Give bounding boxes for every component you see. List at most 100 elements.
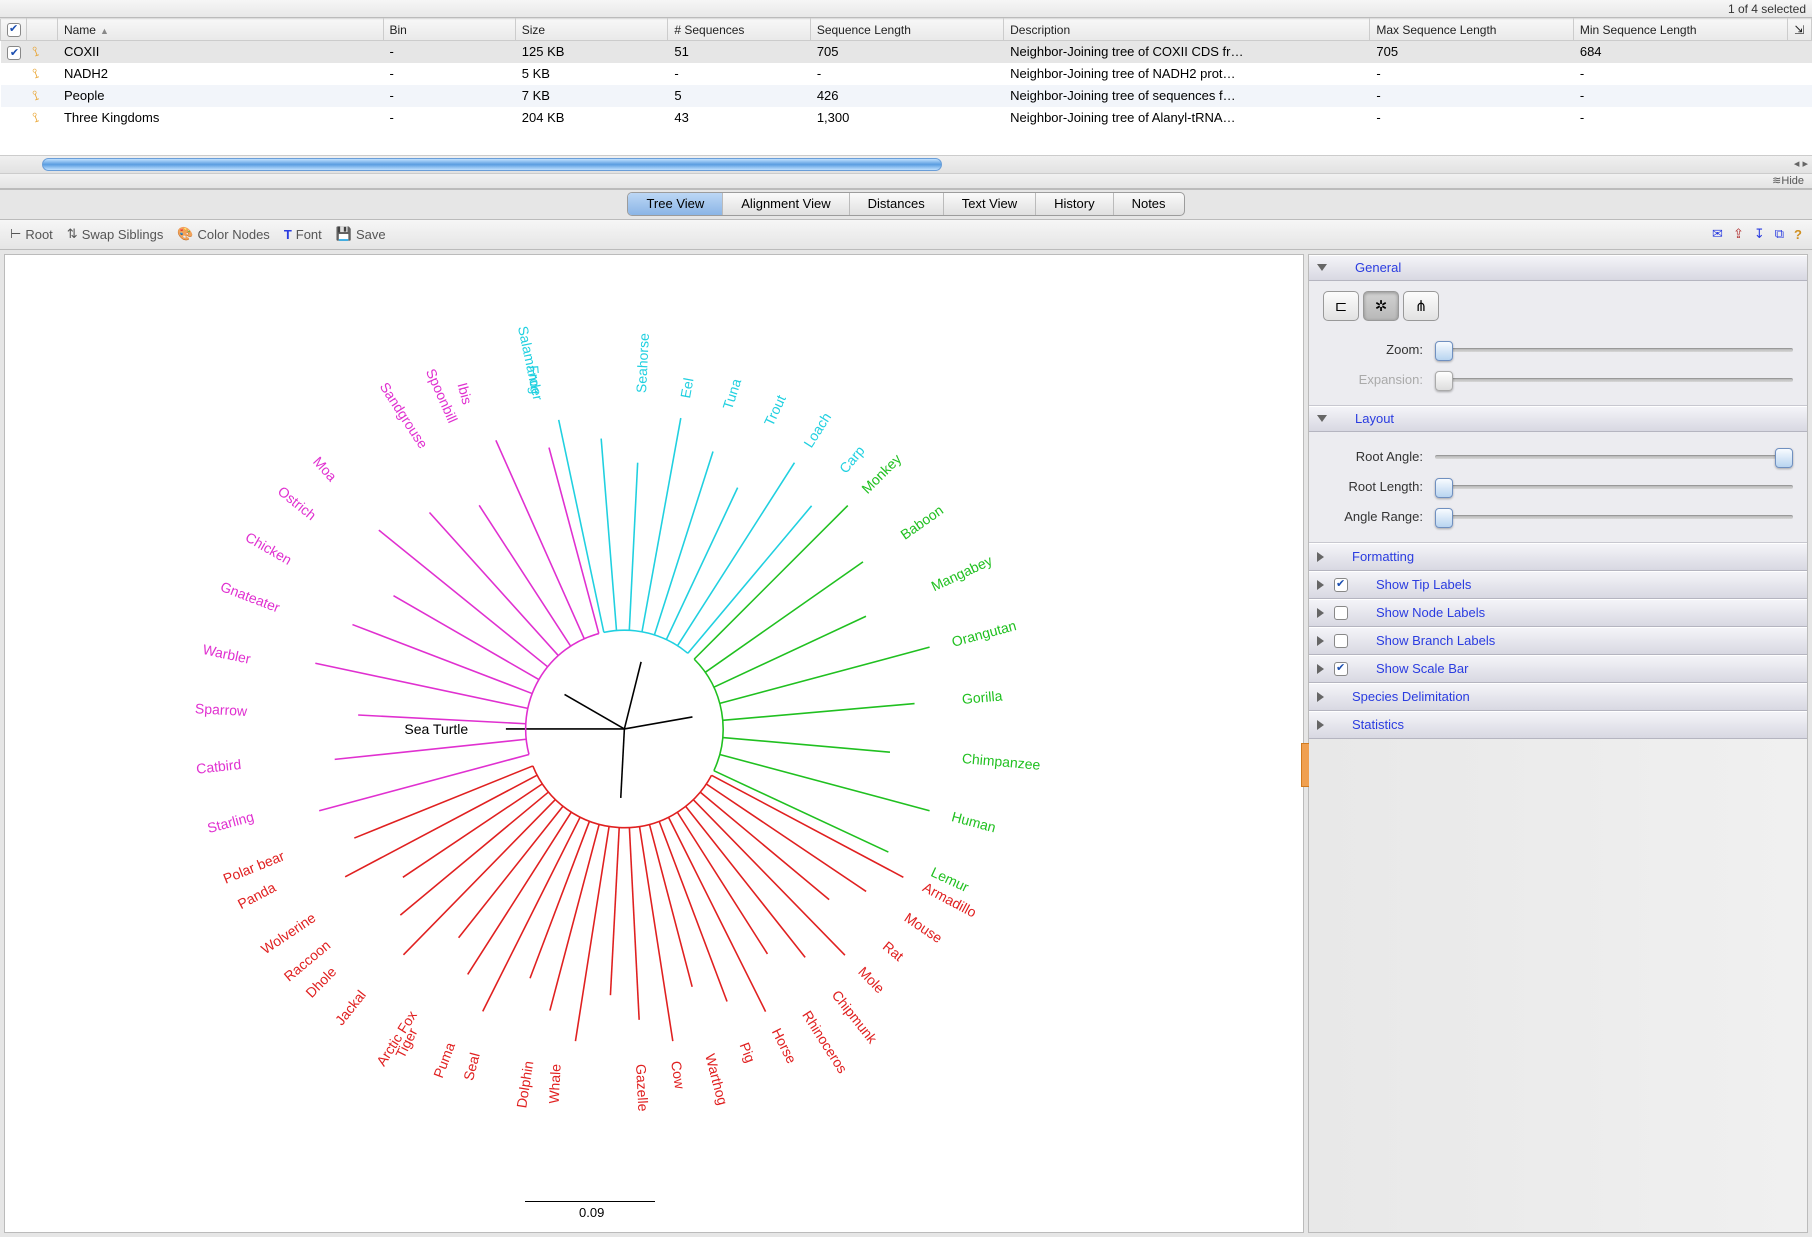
layout-rectangular-button[interactable]: ⊏	[1323, 291, 1359, 321]
cell-bin: -	[383, 85, 515, 107]
table-row[interactable]: ⟟NADH2-5 KB--Neighbor-Joining tree of NA…	[1, 63, 1812, 85]
cell-max: 705	[1370, 41, 1573, 63]
cell-max: -	[1370, 85, 1573, 107]
disclose-icon	[1317, 664, 1324, 674]
h-scroll-thumb[interactable]	[42, 158, 942, 171]
font-icon: T	[284, 227, 292, 242]
taxon-label[interactable]: Sea Turtle	[404, 721, 468, 737]
taxon-label[interactable]: Sparrow	[195, 700, 248, 719]
sidebar-drag-handle[interactable]	[1301, 743, 1309, 787]
view-tab-segment: Tree ViewAlignment ViewDistancesText Vie…	[627, 192, 1184, 216]
cell-seqlen: -	[810, 63, 1003, 85]
root-angle-slider[interactable]	[1435, 455, 1793, 459]
col-min[interactable]: Min Sequence Length	[1573, 19, 1787, 41]
disclose-icon	[1317, 608, 1324, 618]
swap-siblings-button[interactable]: ⇅Swap Siblings	[67, 226, 164, 242]
font-button[interactable]: TFont	[284, 227, 322, 242]
section-check-icon[interactable]	[1334, 578, 1348, 592]
section-check-icon[interactable]	[1334, 662, 1348, 676]
cell-size: 125 KB	[515, 41, 668, 63]
row-check-icon[interactable]	[7, 46, 21, 60]
document-table: Name▲ Bin Size # Sequences Sequence Leng…	[0, 18, 1812, 190]
cell-min: -	[1573, 107, 1787, 129]
disclose-icon	[1317, 580, 1324, 590]
taxon-label[interactable]: Eel	[677, 377, 696, 400]
palette-icon: 🎨	[177, 226, 193, 242]
section-species-delimitation[interactable]: Species Delimitation	[1309, 683, 1807, 711]
section-general-header[interactable]: General	[1309, 255, 1807, 281]
zoom-slider-row: Zoom:	[1323, 335, 1793, 365]
save-icon: 💾	[336, 226, 352, 242]
col-name[interactable]: Name▲	[57, 19, 383, 41]
table-row[interactable]: ⟟Three Kingdoms-204 KB431,300Neighbor-Jo…	[1, 107, 1812, 129]
section-statistics[interactable]: Statistics	[1309, 711, 1807, 739]
col-seqlen[interactable]: Sequence Length	[810, 19, 1003, 41]
section-check-icon[interactable]	[1334, 634, 1348, 648]
tree-canvas[interactable]: Sea TurtleStarlingCatbirdSparrowWarblerG…	[4, 254, 1304, 1234]
color-nodes-button[interactable]: 🎨Color Nodes	[177, 226, 269, 242]
restore-icon[interactable]: ↧	[1754, 226, 1765, 242]
save-button[interactable]: 💾Save	[336, 226, 386, 242]
tree-toolbar: ⊢Root ⇅Swap Siblings 🎨Color Nodes TFont …	[0, 220, 1812, 250]
cell-bin: -	[383, 41, 515, 63]
tab-tree-view[interactable]: Tree View	[628, 193, 723, 215]
layout-polar-button[interactable]: ✲	[1363, 291, 1399, 321]
table-row[interactable]: ⟟People-7 KB5426Neighbor-Joining tree of…	[1, 85, 1812, 107]
export-icon[interactable]: ⇪	[1733, 226, 1744, 242]
section-show-branch-labels[interactable]: Show Branch Labels	[1309, 627, 1807, 655]
section-check-icon[interactable]	[1334, 606, 1348, 620]
taxon-label[interactable]: Gazelle	[633, 1064, 651, 1112]
check-all-icon[interactable]	[7, 23, 21, 37]
root-angle-label: Root Angle:	[1323, 449, 1423, 464]
taxon-label[interactable]: Whale	[546, 1064, 564, 1104]
tab-distances[interactable]: Distances	[850, 193, 944, 215]
cell-bin: -	[383, 63, 515, 85]
swap-icon: ⇅	[67, 226, 78, 242]
col-nseq[interactable]: # Sequences	[668, 19, 810, 41]
section-formatting[interactable]: Formatting	[1309, 543, 1807, 571]
angle-range-slider[interactable]	[1435, 515, 1793, 519]
cell-min: -	[1573, 85, 1787, 107]
cell-nseq: -	[668, 63, 810, 85]
section-layout-header[interactable]: Layout	[1309, 406, 1807, 432]
taxon-label[interactable]: Seahorse	[633, 333, 652, 394]
status-bar: 1 of 4 selected	[0, 0, 1812, 18]
col-bin[interactable]: Bin	[383, 19, 515, 41]
popout-icon[interactable]: ⧉	[1775, 226, 1784, 242]
zoom-slider[interactable]	[1435, 348, 1793, 352]
header-row: Name▲ Bin Size # Sequences Sequence Leng…	[1, 19, 1812, 41]
h-scroll-arrows[interactable]: ◂ ▸	[1794, 157, 1808, 170]
mail-icon[interactable]: ✉	[1712, 226, 1723, 242]
col-size[interactable]: Size	[515, 19, 668, 41]
disclose-icon	[1317, 415, 1327, 422]
grid: Name▲ Bin Size # Sequences Sequence Leng…	[0, 18, 1812, 129]
col-desc[interactable]: Description	[1004, 19, 1370, 41]
cell-nseq: 43	[668, 107, 810, 129]
section-show-scale-bar[interactable]: Show Scale Bar	[1309, 655, 1807, 683]
cell-name: COXII	[57, 41, 383, 63]
layout-unrooted-button[interactable]: ⋔	[1403, 291, 1439, 321]
tab-text-view[interactable]: Text View	[944, 193, 1036, 215]
tab-notes[interactable]: Notes	[1114, 193, 1184, 215]
root-length-slider[interactable]	[1435, 485, 1793, 489]
hide-button[interactable]: ≋Hide	[0, 173, 1812, 189]
table-row[interactable]: ⟟COXII-125 KB51705Neighbor-Joining tree …	[1, 41, 1812, 63]
header-check[interactable]	[1, 19, 27, 41]
cell-seqlen: 426	[810, 85, 1003, 107]
section-show-tip-labels[interactable]: Show Tip Labels	[1309, 571, 1807, 599]
tab-alignment-view[interactable]: Alignment View	[723, 193, 849, 215]
tab-history[interactable]: History	[1036, 193, 1113, 215]
h-scrollbar[interactable]: ◂ ▸	[0, 155, 1812, 173]
help-icon[interactable]: ?	[1794, 227, 1802, 242]
section-show-node-labels[interactable]: Show Node Labels	[1309, 599, 1807, 627]
tree-icon: ⟟	[31, 87, 42, 105]
view-tabs: Tree ViewAlignment ViewDistancesText Vie…	[0, 190, 1812, 220]
expansion-label: Expansion:	[1323, 372, 1423, 387]
col-menu[interactable]: ⇲	[1787, 19, 1812, 41]
taxon-label[interactable]: Frog	[526, 365, 544, 395]
cell-name: NADH2	[57, 63, 383, 85]
root-button[interactable]: ⊢Root	[10, 226, 53, 242]
expansion-slider[interactable]	[1435, 378, 1793, 382]
tree-icon: ⟟	[31, 43, 42, 61]
col-max[interactable]: Max Sequence Length	[1370, 19, 1573, 41]
